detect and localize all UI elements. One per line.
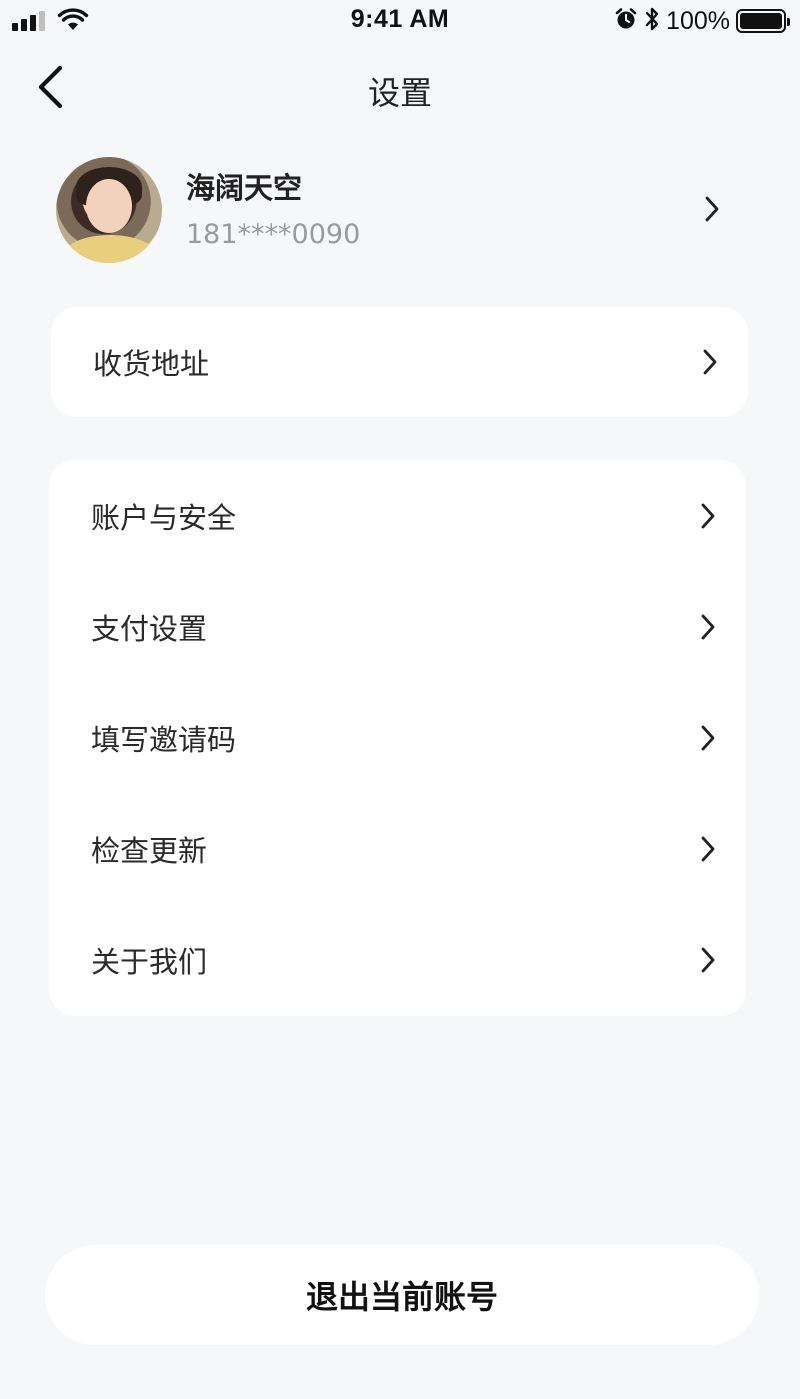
menu-item-address[interactable]: 收货地址 bbox=[51, 307, 748, 417]
menu-item-account-security[interactable]: 账户与安全 bbox=[49, 460, 746, 571]
chevron-right-icon bbox=[702, 348, 718, 376]
menu-item-label: 支付设置 bbox=[91, 611, 208, 646]
address-card: 收货地址 bbox=[51, 307, 748, 417]
chevron-right-icon bbox=[700, 946, 716, 974]
profile-row[interactable]: 海阔天空 181****0090 bbox=[56, 157, 736, 265]
chevron-right-icon bbox=[704, 195, 720, 223]
profile-name: 海阔天空 bbox=[186, 171, 303, 205]
chevron-right-icon bbox=[700, 835, 716, 863]
status-bar: 9:41 AM 100% bbox=[0, 0, 800, 42]
menu-item-payment-settings[interactable]: 支付设置 bbox=[49, 571, 746, 682]
page-title: 设置 bbox=[367, 74, 432, 112]
battery-icon bbox=[736, 9, 790, 33]
chevron-right-icon bbox=[700, 502, 716, 530]
menu-item-check-update[interactable]: 检查更新 bbox=[49, 793, 746, 904]
avatar bbox=[56, 157, 162, 263]
menu-item-invite-code[interactable]: 填写邀请码 bbox=[49, 682, 746, 793]
battery-percent: 100% bbox=[666, 6, 730, 35]
menu-item-label: 账户与安全 bbox=[91, 500, 237, 535]
profile-phone: 181****0090 bbox=[186, 219, 361, 250]
menu-item-about-us[interactable]: 关于我们 bbox=[49, 904, 746, 1015]
menu-item-label: 收货地址 bbox=[93, 347, 210, 381]
bluetooth-icon bbox=[644, 6, 660, 36]
menu-item-label: 关于我们 bbox=[91, 944, 208, 979]
chevron-right-icon bbox=[700, 724, 716, 752]
status-right: 100% bbox=[614, 6, 790, 36]
logout-button[interactable]: 退出当前账号 bbox=[45, 1245, 759, 1345]
settings-page: 9:41 AM 100% 设置 海阔天空 181****0090 收货地址 账户… bbox=[0, 0, 800, 1399]
menu-item-label: 检查更新 bbox=[91, 833, 208, 868]
alarm-icon bbox=[614, 7, 638, 35]
settings-menu-card: 账户与安全 支付设置 填写邀请码 检查更新 关于我们 bbox=[49, 460, 746, 1016]
menu-item-label: 填写邀请码 bbox=[91, 722, 237, 757]
chevron-right-icon bbox=[700, 613, 716, 641]
